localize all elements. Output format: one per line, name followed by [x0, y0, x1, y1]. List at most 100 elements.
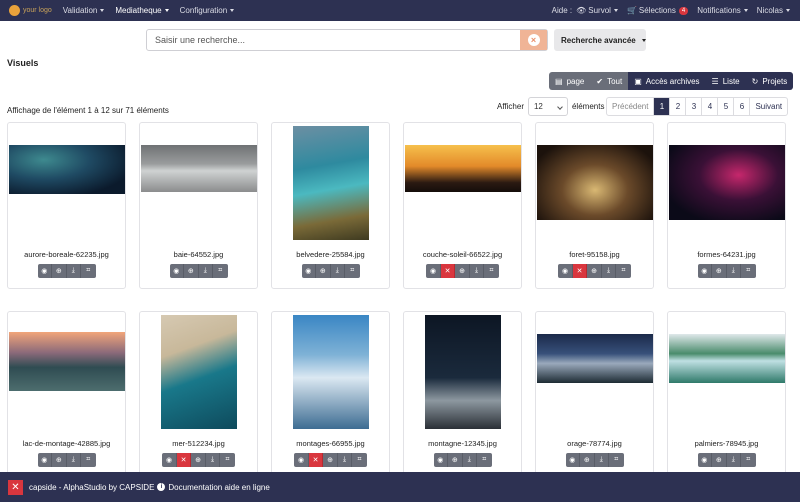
media-thumbnail[interactable] [404, 145, 521, 192]
media-thumbnail[interactable] [668, 334, 785, 383]
crop-button[interactable]: ⌗ [81, 264, 96, 278]
notifications-menu[interactable]: Notifications [697, 6, 748, 15]
view-button[interactable]: ◉ [37, 264, 52, 278]
media-card[interactable]: montagne-12345.jpg ◉ ⊕ ⤓ ⌗ [403, 311, 522, 478]
download-button[interactable]: ⤓ [726, 453, 741, 467]
crop-button[interactable]: ⌗ [609, 453, 624, 467]
media-thumbnail[interactable] [536, 145, 653, 220]
media-card[interactable]: belvedere-25584.jpg ◉ ⊕ ⤓ ⌗ [271, 122, 390, 289]
view-button[interactable]: ◉ [301, 264, 316, 278]
crop-button[interactable]: ⌗ [741, 264, 756, 278]
download-button[interactable]: ⤓ [198, 264, 213, 278]
media-thumbnail[interactable] [424, 315, 501, 429]
page-3[interactable]: 3 [685, 98, 701, 115]
add-to-cart-button[interactable]: ⊕ [455, 264, 470, 278]
download-button[interactable]: ⤓ [66, 264, 81, 278]
download-button[interactable]: ⤓ [601, 264, 617, 278]
crop-button[interactable]: ⌗ [345, 264, 360, 278]
media-thumbnail[interactable] [160, 315, 237, 429]
view-button[interactable]: ◉ [294, 453, 309, 467]
menu-mediatheque[interactable]: Mediatheque [115, 6, 169, 15]
download-button[interactable]: ⤓ [594, 453, 609, 467]
view-button[interactable]: ◉ [37, 453, 52, 467]
crop-button[interactable]: ⌗ [741, 453, 756, 467]
help-menu[interactable]: Aide : 👁 Survol [552, 6, 618, 15]
download-button[interactable]: ⤓ [66, 453, 81, 467]
add-to-cart-button[interactable]: ⊕ [191, 453, 206, 467]
delete-button[interactable]: ✕ [440, 264, 456, 278]
menu-validation[interactable]: Validation [63, 6, 105, 15]
user-menu[interactable]: Nicolas [757, 6, 790, 15]
view-button[interactable]: ◉ [433, 453, 448, 467]
search-input[interactable] [147, 30, 520, 50]
add-to-cart-button[interactable]: ⊕ [323, 453, 338, 467]
add-to-cart-button[interactable]: ⊕ [52, 264, 67, 278]
brand-logo[interactable]: your logo [9, 5, 52, 16]
media-card[interactable]: lac-de-montage-42885.jpg ◉ ⊕ ⤓ ⌗ [7, 311, 126, 478]
archives-button[interactable]: ▣ Accès archives [628, 72, 706, 90]
page-6[interactable]: 6 [733, 98, 749, 115]
crop-button[interactable]: ⌗ [352, 453, 367, 467]
media-card[interactable]: orage-78774.jpg ◉ ⊕ ⤓ ⌗ [535, 311, 654, 478]
select-page-button[interactable]: ▤ page [549, 72, 591, 90]
media-card[interactable]: aurore-boreale-62235.jpg ◉ ⊕ ⤓ ⌗ [7, 122, 126, 289]
media-card[interactable]: mer-512234.jpg ◉ ✕ ⊕ ⤓ ⌗ [139, 311, 258, 478]
media-thumbnail[interactable] [140, 145, 257, 192]
media-card[interactable]: foret-95158.jpg ◉ ✕ ⊕ ⤓ ⌗ [535, 122, 654, 289]
per-page-select[interactable]: 12 [527, 97, 568, 116]
crop-button[interactable]: ⌗ [81, 453, 96, 467]
media-card[interactable]: formes-64231.jpg ◉ ⊕ ⤓ ⌗ [667, 122, 786, 289]
view-button[interactable]: ◉ [162, 453, 177, 467]
pagination-prev[interactable]: Précédent [607, 98, 653, 115]
view-button[interactable]: ◉ [697, 453, 712, 467]
media-card[interactable]: montages-66955.jpg ◉ ✕ ⊕ ⤓ ⌗ [271, 311, 390, 478]
add-to-cart-button[interactable]: ⊕ [184, 264, 199, 278]
media-thumbnail[interactable] [292, 126, 369, 240]
download-button[interactable]: ⤓ [469, 264, 485, 278]
advanced-search-button[interactable]: Recherche avancée [554, 29, 646, 51]
delete-button[interactable]: ✕ [176, 453, 192, 467]
crop-button[interactable]: ⌗ [213, 264, 228, 278]
delete-button[interactable]: ✕ [308, 453, 324, 467]
page-1[interactable]: 1 [653, 98, 670, 115]
add-to-cart-button[interactable]: ⊕ [712, 264, 727, 278]
select-all-button[interactable]: ✔ Tout [590, 72, 629, 90]
download-button[interactable]: ⤓ [330, 264, 345, 278]
clear-search-button[interactable]: × [520, 30, 547, 50]
pagination-next[interactable]: Suivant [749, 98, 787, 115]
view-button[interactable]: ◉ [426, 264, 441, 278]
view-button[interactable]: ◉ [558, 264, 573, 278]
view-button[interactable]: ◉ [697, 264, 712, 278]
add-to-cart-button[interactable]: ⊕ [448, 453, 463, 467]
download-button[interactable]: ⤓ [337, 453, 353, 467]
media-card[interactable]: couche-soleil-66522.jpg ◉ ✕ ⊕ ⤓ ⌗ [403, 122, 522, 289]
page-4[interactable]: 4 [701, 98, 717, 115]
add-to-cart-button[interactable]: ⊕ [316, 264, 331, 278]
delete-button[interactable]: ✕ [572, 264, 588, 278]
media-thumbnail[interactable] [292, 315, 369, 429]
menu-configuration[interactable]: Configuration [180, 6, 235, 15]
crop-button[interactable]: ⌗ [220, 453, 235, 467]
list-view-button[interactable]: ☰ Liste [705, 72, 746, 90]
media-card[interactable]: baie-64552.jpg ◉ ⊕ ⤓ ⌗ [139, 122, 258, 289]
view-button[interactable]: ◉ [565, 453, 580, 467]
crop-button[interactable]: ⌗ [477, 453, 492, 467]
media-thumbnail[interactable] [668, 145, 785, 220]
page-2[interactable]: 2 [669, 98, 685, 115]
view-button[interactable]: ◉ [169, 264, 184, 278]
download-button[interactable]: ⤓ [205, 453, 221, 467]
add-to-cart-button[interactable]: ⊕ [712, 453, 727, 467]
media-thumbnail[interactable] [8, 145, 125, 194]
projects-button[interactable]: ↻ Projets [745, 72, 794, 90]
add-to-cart-button[interactable]: ⊕ [52, 453, 67, 467]
crop-button[interactable]: ⌗ [616, 264, 631, 278]
add-to-cart-button[interactable]: ⊕ [587, 264, 602, 278]
selections-menu[interactable]: 🛒 Sélections 4 [627, 6, 689, 15]
download-button[interactable]: ⤓ [462, 453, 477, 467]
media-thumbnail[interactable] [8, 332, 125, 391]
media-card[interactable]: palmiers-78945.jpg ◉ ⊕ ⤓ ⌗ [667, 311, 786, 478]
download-button[interactable]: ⤓ [726, 264, 741, 278]
add-to-cart-button[interactable]: ⊕ [580, 453, 595, 467]
footer-doc-link[interactable]: Documentation aide en ligne [168, 483, 269, 492]
media-thumbnail[interactable] [536, 334, 653, 383]
